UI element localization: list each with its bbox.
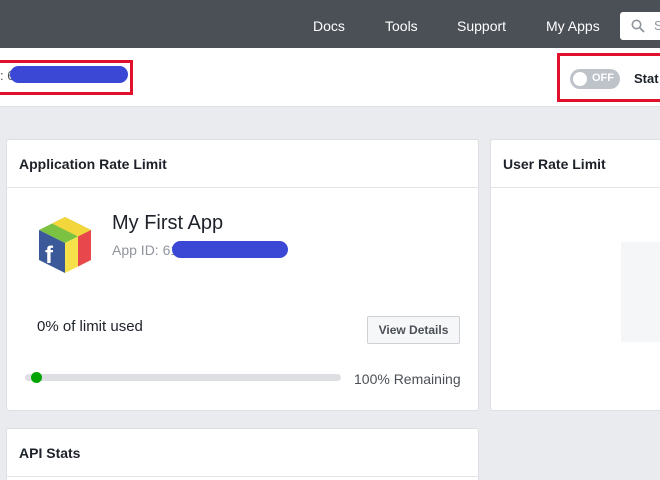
top-nav: Docs Tools Support My Apps S bbox=[0, 0, 660, 48]
live-mode-toggle[interactable]: OFF bbox=[570, 69, 620, 89]
search-placeholder: S bbox=[654, 18, 660, 33]
redaction-mark bbox=[172, 241, 288, 258]
nav-link-my-apps[interactable]: My Apps bbox=[546, 17, 600, 35]
nav-link-support[interactable]: Support bbox=[457, 17, 506, 35]
usage-progress-bar bbox=[25, 372, 341, 383]
card-divider bbox=[7, 476, 478, 477]
app-name: My First App bbox=[112, 212, 224, 234]
app-rate-limit-card: Application Rate Limit f My First App Ap… bbox=[6, 139, 479, 411]
status-label: Stat bbox=[634, 71, 659, 86]
toggle-knob bbox=[573, 72, 587, 86]
api-stats-card: API Stats bbox=[6, 428, 479, 480]
card-divider bbox=[491, 187, 660, 188]
nav-link-docs[interactable]: Docs bbox=[313, 17, 345, 35]
remaining-text: 100% Remaining bbox=[354, 371, 461, 387]
toggle-label: OFF bbox=[592, 72, 614, 84]
limit-used-text: 0% of limit used bbox=[37, 318, 143, 335]
app-subheader: : 6 OFF Stat bbox=[0, 48, 660, 107]
progress-indicator bbox=[31, 372, 42, 383]
nav-link-tools[interactable]: Tools bbox=[385, 17, 418, 35]
chart-placeholder bbox=[621, 242, 660, 342]
card-divider bbox=[7, 187, 478, 188]
card-title: User Rate Limit bbox=[503, 156, 606, 172]
app-icon: f bbox=[39, 217, 91, 273]
card-title: Application Rate Limit bbox=[19, 156, 167, 172]
card-title: API Stats bbox=[19, 445, 81, 461]
svg-text:f: f bbox=[45, 242, 54, 269]
search-input[interactable]: S bbox=[620, 12, 660, 40]
highlight-box bbox=[0, 60, 133, 95]
search-icon bbox=[631, 19, 645, 33]
app-id-label: App ID: 61 bbox=[112, 242, 179, 258]
user-rate-limit-card: User Rate Limit bbox=[490, 139, 660, 411]
view-details-button[interactable]: View Details bbox=[367, 316, 460, 344]
